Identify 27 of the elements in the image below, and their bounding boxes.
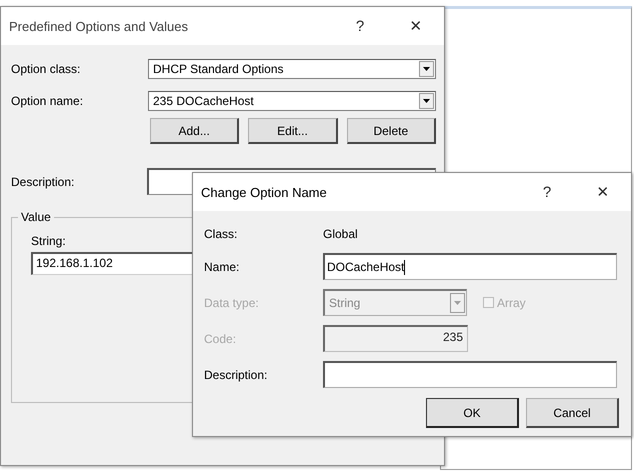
help-button[interactable]: ? [332, 18, 388, 34]
dialog-button[interactable]: Delete [346, 118, 436, 144]
dropdown[interactable]: 235 DOCacheHost [148, 90, 436, 110]
group-title: Value [18, 210, 54, 224]
field-label: Description: [204, 368, 268, 382]
field-label: String: [31, 234, 67, 248]
field-label: Class: [204, 227, 238, 241]
dialog-button[interactable]: Edit... [248, 118, 338, 144]
field-label: Option class: [11, 62, 82, 76]
dialog-button[interactable]: Cancel [526, 398, 619, 428]
window-title: Change Option Name [201, 184, 328, 200]
input-field[interactable]: DOCacheHost [323, 253, 617, 280]
field-label: Option name: [11, 94, 84, 108]
dialog-button[interactable]: OK [426, 398, 519, 428]
dropdown[interactable]: DHCP Standard Options [148, 58, 436, 78]
close-button[interactable]: ✕ [388, 17, 444, 35]
field-label: Description: [11, 174, 76, 188]
checkbox-label: Array [497, 296, 526, 310]
dialog-button[interactable]: Add... [150, 118, 240, 144]
window-title: Predefined Options and Values [9, 18, 189, 34]
field-label: Name: [204, 260, 240, 274]
close-button[interactable]: ✕ [575, 183, 631, 201]
field-label: Data type: [204, 296, 260, 310]
field-value: Global [323, 227, 358, 241]
field-label: Code: [204, 332, 238, 346]
help-button[interactable]: ? [519, 184, 575, 200]
input-field[interactable] [323, 361, 617, 388]
